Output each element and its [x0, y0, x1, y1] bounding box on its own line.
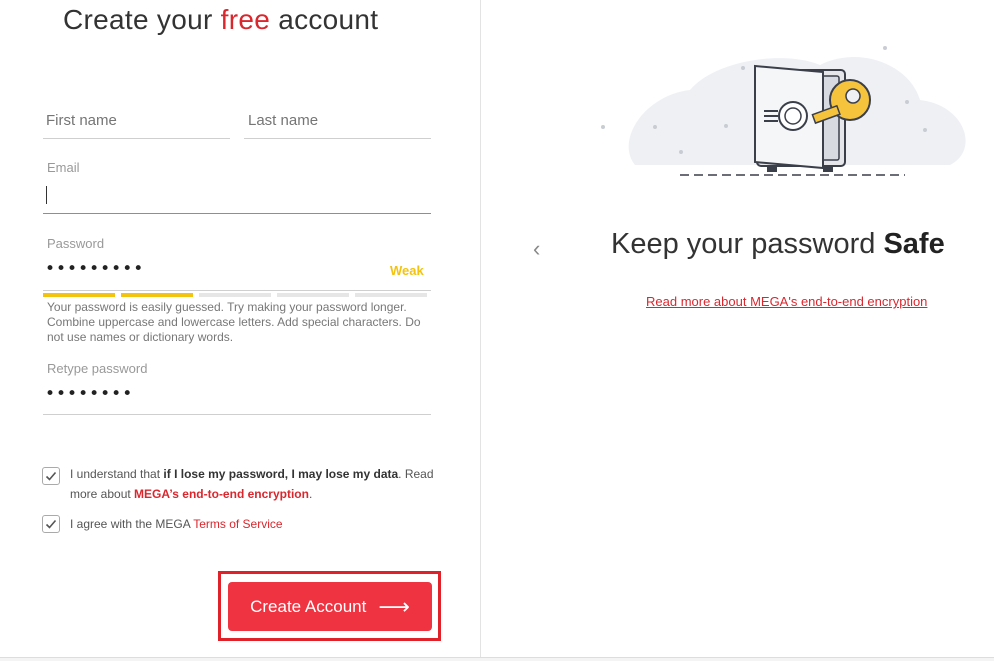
retype-password-input[interactable]: ••••••••: [45, 384, 133, 404]
previous-slide-button[interactable]: ‹: [533, 236, 540, 262]
arrow-right-icon: ⟶: [378, 593, 410, 619]
password-input[interactable]: •••••••••: [45, 259, 144, 279]
password-hint: Your password is easily guessed. Try mak…: [47, 300, 421, 344]
strength-segment: [355, 293, 427, 297]
strength-segment: [199, 293, 271, 297]
terms-checkbox[interactable]: [42, 515, 60, 533]
strength-segment: [121, 293, 193, 297]
check-icon: [45, 471, 57, 481]
lose-data-checkbox[interactable]: [42, 467, 60, 485]
encryption-link[interactable]: MEGA’s end-to-end encryption: [134, 487, 309, 501]
page-title: Create your free account: [63, 4, 379, 35]
create-account-button[interactable]: Create Account ⟶: [228, 582, 432, 631]
read-more-encryption-link[interactable]: Read more about MEGA's end-to-end encryp…: [646, 294, 927, 309]
signup-form-panel: Create your free account Email Password …: [0, 0, 481, 661]
email-input[interactable]: [46, 184, 431, 206]
first-name-input[interactable]: [46, 110, 226, 130]
strength-segment: [43, 293, 115, 297]
terms-of-service-link[interactable]: Terms of Service: [193, 517, 282, 531]
create-account-label: Create Account: [250, 596, 367, 616]
last-name-underline: [244, 138, 431, 139]
check-icon: [45, 519, 57, 529]
retype-password-underline: [43, 414, 431, 415]
retype-password-label: Retype password: [47, 361, 148, 376]
lose-data-text: I understand that if I lose my password,…: [70, 467, 434, 501]
terms-text: I agree with the MEGA Terms of Service: [70, 517, 283, 531]
password-underline: [43, 290, 431, 291]
first-name-underline: [43, 138, 230, 139]
strength-segment: [277, 293, 349, 297]
safe-with-key-illustration: [601, 46, 966, 176]
password-strength-label: Weak: [390, 263, 424, 278]
email-label: Email: [47, 160, 80, 175]
bottom-divider: [0, 657, 994, 661]
password-label: Password: [47, 236, 105, 251]
info-heading: Keep your password Safe: [611, 228, 945, 260]
last-name-input[interactable]: [248, 110, 428, 130]
email-underline: [43, 213, 431, 214]
